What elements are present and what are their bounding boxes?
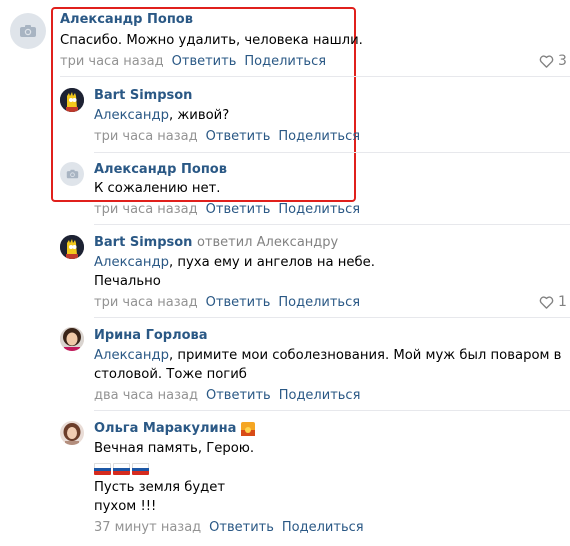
comment-text-line: столовой. Тоже погиб xyxy=(94,367,247,382)
share-link[interactable]: Поделиться xyxy=(282,520,364,535)
comment-text: Вечная память, Герою. xyxy=(94,441,255,456)
like-button[interactable]: 3 xyxy=(539,53,567,69)
russia-flag-icon xyxy=(132,463,149,475)
comment-time[interactable]: три часа назад xyxy=(60,54,164,69)
comment-text: Александр, живой? xyxy=(94,108,230,123)
comment-text: К сожалению нет. xyxy=(94,181,221,196)
comment-time[interactable]: три часа назад xyxy=(94,129,198,144)
reply-link[interactable]: Ответить xyxy=(206,295,271,310)
comment-time[interactable]: 37 минут назад xyxy=(94,520,201,535)
comment-author: Ольга Маракулина xyxy=(94,421,256,436)
comment-meta: два часа назад Ответить Поделиться xyxy=(94,388,360,403)
share-link[interactable]: Поделиться xyxy=(278,129,360,144)
reply-link[interactable]: Ответить xyxy=(206,202,271,217)
share-link[interactable]: Поделиться xyxy=(278,295,360,310)
like-button[interactable]: 1 xyxy=(539,294,567,310)
author-link[interactable]: Ольга Маракулина xyxy=(94,421,236,436)
mention-link[interactable]: Александр xyxy=(94,348,169,363)
olga-avatar-icon xyxy=(60,421,84,445)
author-link[interactable]: Bart Simpson xyxy=(94,235,192,250)
mention-link[interactable]: Александр xyxy=(94,108,169,123)
share-link[interactable]: Поделиться xyxy=(279,388,361,403)
camera-icon xyxy=(20,25,36,37)
comment-meta: 37 минут назад Ответить Поделиться xyxy=(94,520,364,535)
heart-icon xyxy=(539,295,554,309)
reply-link[interactable]: Ответить xyxy=(172,54,237,69)
irina-avatar-icon xyxy=(60,327,84,351)
comment-meta: три часа назад Ответить Поделиться xyxy=(94,129,360,144)
divider xyxy=(94,410,570,411)
avatar[interactable] xyxy=(60,88,84,112)
flags-row xyxy=(94,463,149,475)
reply-link[interactable]: Ответить xyxy=(209,520,274,535)
avatar[interactable] xyxy=(60,327,84,351)
bart-avatar-icon xyxy=(60,235,84,259)
mention-link[interactable]: Александр xyxy=(94,255,169,270)
reply-link[interactable]: Ответить xyxy=(206,388,271,403)
russia-flag-icon xyxy=(94,463,111,475)
divider xyxy=(94,224,570,225)
comment-text-line: Пусть земля будет xyxy=(94,480,226,495)
avatar[interactable] xyxy=(60,235,84,259)
share-link[interactable]: Поделиться xyxy=(278,202,360,217)
comment-author: Bart Simpson ответил Александру xyxy=(94,235,338,250)
comment-meta: три часа назад Ответить Поделиться xyxy=(94,295,360,310)
comment-author[interactable]: Александр Попов xyxy=(94,162,227,177)
comment-meta: три часа назад Ответить Поделиться xyxy=(94,202,360,217)
comment-text: Спасибо. Можно удалить, человека нашли. xyxy=(60,33,363,48)
comment-author[interactable]: Ирина Горлова xyxy=(94,328,208,343)
camera-icon xyxy=(66,169,78,179)
like-count: 1 xyxy=(558,294,567,310)
share-link[interactable]: Поделиться xyxy=(244,54,326,69)
comment-text-line: Печально xyxy=(94,274,161,289)
comment-author[interactable]: Bart Simpson xyxy=(94,88,192,103)
avatar[interactable] xyxy=(10,13,46,49)
comment-text-line: пухом !!! xyxy=(94,499,157,514)
russia-flag-icon xyxy=(113,463,130,475)
reply-link[interactable]: Ответить xyxy=(206,129,271,144)
avatar[interactable] xyxy=(60,421,84,445)
comment-time[interactable]: три часа назад xyxy=(94,295,198,310)
heart-icon xyxy=(539,54,554,68)
comment-time[interactable]: два часа назад xyxy=(94,388,198,403)
comment-text: Александр, пуха ему и ангелов на небе. xyxy=(94,255,375,270)
divider xyxy=(94,317,570,318)
bart-avatar-icon xyxy=(60,88,84,112)
divider xyxy=(60,76,570,77)
comment-text: Александр, примите мои соболезнования. М… xyxy=(94,348,562,363)
sunset-emoji-icon xyxy=(241,421,256,436)
replied-to-link[interactable]: ответил Александру xyxy=(197,235,338,250)
divider xyxy=(94,152,570,153)
avatar[interactable] xyxy=(60,162,84,186)
like-count: 3 xyxy=(558,53,567,69)
comment-meta: три часа назад Ответить Поделиться xyxy=(60,54,326,69)
comment-author[interactable]: Александр Попов xyxy=(60,12,193,27)
comment-time[interactable]: три часа назад xyxy=(94,202,198,217)
